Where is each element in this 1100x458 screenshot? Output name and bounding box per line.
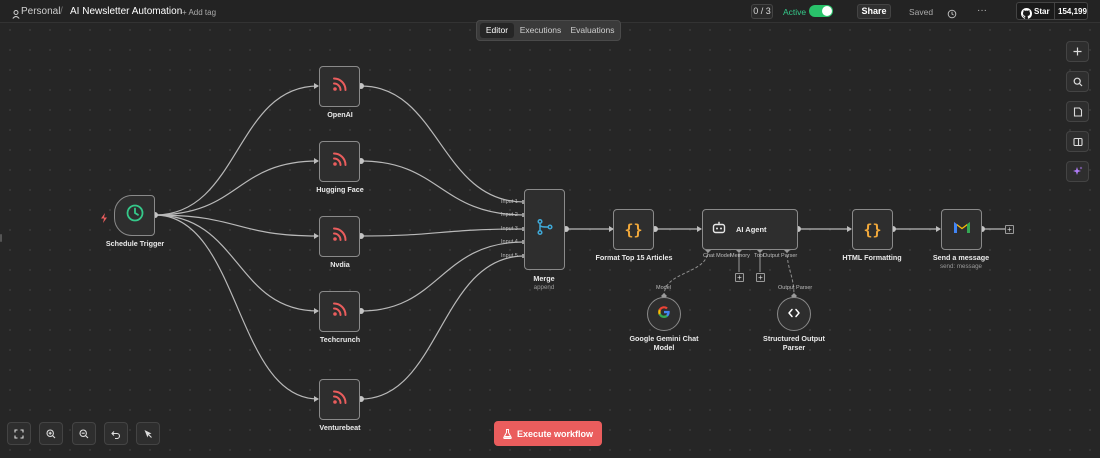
connection-trigger-openai bbox=[154, 85, 319, 216]
connection-venturebeat-merge bbox=[360, 255, 525, 400]
google-icon bbox=[657, 305, 671, 324]
note-icon bbox=[1073, 106, 1082, 117]
search-icon bbox=[1073, 77, 1082, 86]
node-ai-agent[interactable]: AI Agent bbox=[702, 209, 798, 250]
rss-icon bbox=[332, 76, 348, 97]
node-schedule-trigger-label: Schedule Trigger bbox=[105, 239, 165, 248]
connection-trigger-techcrunch bbox=[154, 214, 319, 312]
connection-techcrunch-merge bbox=[360, 241, 525, 312]
node-parser-label-line2: Parser bbox=[782, 343, 806, 352]
agent-memory-label: Memory bbox=[730, 253, 750, 259]
node-rss-techcrunch[interactable] bbox=[319, 291, 360, 332]
add-tool-button[interactable]: + bbox=[756, 273, 765, 282]
agent-output-parser-label: Output Parser bbox=[763, 253, 798, 259]
sparkle-icon bbox=[1073, 166, 1083, 175]
clock-icon bbox=[126, 204, 144, 227]
trigger-bolt-icon bbox=[100, 210, 108, 228]
merge-input-5-label: Input 5 bbox=[501, 253, 518, 259]
node-format-articles-label: Format Top 15 Articles bbox=[595, 253, 673, 262]
node-structured-parser[interactable] bbox=[777, 297, 811, 331]
node-rss-huggingface-label: Hugging Face bbox=[316, 185, 364, 194]
select-mode-button[interactable] bbox=[136, 422, 160, 445]
parser-output-label: Output Parser bbox=[778, 285, 813, 291]
merge-input-4-label: Input 4 bbox=[501, 239, 518, 245]
rss-icon bbox=[332, 389, 348, 410]
merge-input-3-label: Input 3 bbox=[501, 226, 518, 232]
node-gemini-label-line2: Model bbox=[653, 343, 675, 352]
node-ai-agent-label: AI Agent bbox=[736, 225, 767, 234]
search-nodes-button[interactable] bbox=[1066, 71, 1089, 92]
node-format-articles[interactable]: {} bbox=[613, 209, 654, 250]
merge-input-2-label: Input 2 bbox=[501, 212, 518, 218]
node-rss-openai-label: OpenAI bbox=[327, 110, 353, 119]
node-send-message-label: Send a message bbox=[932, 253, 990, 262]
connection-openai-merge bbox=[360, 85, 525, 203]
add-node-after-button[interactable]: + bbox=[1005, 225, 1014, 234]
execute-workflow-button[interactable]: Execute workflow bbox=[494, 421, 602, 446]
node-merge[interactable] bbox=[524, 189, 565, 270]
node-merge-label: Merge bbox=[533, 274, 555, 283]
code-braces-icon: {} bbox=[624, 220, 643, 239]
node-rss-nvidia-label: Nvdia bbox=[330, 260, 350, 269]
toggle-panel-button[interactable] bbox=[1066, 131, 1089, 152]
node-send-message-subtitle: send: message bbox=[940, 263, 982, 270]
undo-icon bbox=[111, 430, 121, 439]
connection-huggingface-merge bbox=[360, 160, 525, 216]
canvas-left-handle bbox=[0, 234, 2, 242]
fit-view-icon bbox=[14, 428, 24, 439]
node-html-formatting[interactable]: {} bbox=[852, 209, 893, 250]
undo-button[interactable] bbox=[104, 422, 128, 445]
zoom-in-button[interactable] bbox=[39, 422, 63, 445]
gemini-model-label: Model bbox=[656, 285, 671, 291]
connection-trigger-venturebeat bbox=[154, 214, 319, 400]
add-memory-button[interactable]: + bbox=[735, 273, 744, 282]
zoom-out-icon bbox=[79, 428, 89, 438]
node-schedule-trigger[interactable] bbox=[114, 195, 155, 236]
node-rss-venturebeat[interactable] bbox=[319, 379, 360, 420]
sticky-note-button[interactable] bbox=[1066, 101, 1089, 122]
agent-chat-model-label: Chat Model bbox=[703, 253, 732, 259]
robot-icon bbox=[712, 221, 726, 239]
execute-workflow-label: Execute workflow bbox=[516, 428, 594, 439]
node-gemini-model[interactable] bbox=[647, 297, 681, 331]
code-tags-icon bbox=[788, 305, 800, 323]
node-rss-venturebeat-label: Venturebeat bbox=[319, 423, 361, 432]
rss-icon bbox=[332, 226, 348, 247]
node-rss-openai[interactable] bbox=[319, 66, 360, 107]
fit-view-button[interactable] bbox=[7, 422, 31, 445]
merge-icon bbox=[536, 218, 554, 241]
gmail-icon bbox=[953, 220, 971, 239]
node-rss-nvidia[interactable] bbox=[319, 216, 360, 257]
connection-nvidia-merge bbox=[360, 228, 525, 237]
flask-icon bbox=[503, 428, 512, 439]
node-gemini-label-line1: Google Gemini Chat bbox=[629, 334, 699, 343]
node-merge-subtitle: append bbox=[533, 284, 555, 291]
node-rss-huggingface[interactable] bbox=[319, 141, 360, 182]
node-parser-label-line1: Structured Output bbox=[763, 334, 825, 343]
plus-icon bbox=[1073, 47, 1082, 56]
zoom-out-button[interactable] bbox=[72, 422, 96, 445]
ai-assistant-button[interactable] bbox=[1066, 161, 1089, 182]
node-rss-techcrunch-label: Techcrunch bbox=[319, 335, 361, 344]
node-send-message[interactable] bbox=[941, 209, 982, 250]
cursor-icon bbox=[144, 429, 152, 438]
zoom-in-icon bbox=[46, 428, 56, 438]
connection-trigger-huggingface bbox=[154, 160, 319, 216]
rss-icon bbox=[332, 151, 348, 172]
node-html-formatting-label: HTML Formatting bbox=[842, 253, 902, 262]
panel-icon bbox=[1072, 137, 1083, 146]
merge-input-1-label: Input 1 bbox=[501, 199, 518, 205]
rss-icon bbox=[332, 301, 348, 322]
add-node-panel-button[interactable] bbox=[1066, 41, 1089, 62]
code-braces-icon: {} bbox=[863, 220, 882, 239]
